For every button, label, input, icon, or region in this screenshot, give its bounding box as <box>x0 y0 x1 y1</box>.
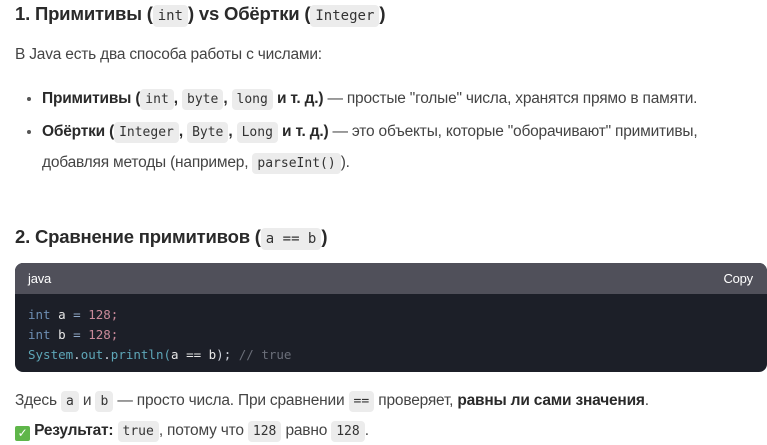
heading-text: ) vs Обёртки ( <box>188 3 311 24</box>
code-language-label: java <box>28 271 52 286</box>
inline-code: a == b <box>260 228 322 250</box>
inline-code: b <box>95 391 114 412</box>
section-heading-2: 2. Сравнение примитивов (a == b) <box>15 226 328 250</box>
code-block-header: java Copy <box>15 263 767 294</box>
bold-text: Примитивы ( <box>42 90 141 107</box>
inline-code: a <box>60 391 79 412</box>
check-icon: ✓ <box>15 426 30 441</box>
code-line: int a = 128; <box>28 307 119 322</box>
code-line: int b = 128; <box>28 327 119 342</box>
list-text: — простые "голые" числа, хранятся прямо … <box>323 90 698 107</box>
bold-text: Результат: <box>34 422 114 439</box>
bold-text: и т. д.) <box>282 123 329 140</box>
inline-code: parseInt() <box>252 153 341 174</box>
inline-code: == <box>348 391 375 412</box>
inline-code: int <box>140 89 174 110</box>
code-line: System.out.println(a == b); // true <box>28 347 292 362</box>
inline-code: 128 <box>331 421 365 442</box>
list-text: ). <box>340 154 350 171</box>
inline-code: byte <box>182 89 224 110</box>
explanation-text: Здесь a и b — просто числа. При сравнени… <box>15 391 649 412</box>
inline-code: Integer <box>114 122 179 143</box>
bullet-list: Примитивы (int, byte, long и т. д.) — пр… <box>15 84 742 181</box>
heading-text: ) <box>321 226 328 247</box>
bold-text: Обёртки ( <box>42 123 115 140</box>
section-heading-1: 1. Примитивы (int) vs Обёртки (Integer) <box>15 3 386 27</box>
inline-code: long <box>231 89 273 110</box>
code-content: int a = 128; int b = 128; System.out.pri… <box>15 294 767 372</box>
bold-text: и т. д.) <box>276 90 324 107</box>
bold-text: равны ли сами значения <box>457 392 645 409</box>
code-block: java Copy int a = 128; int b = 128; Syste… <box>15 263 767 372</box>
list-item: Примитивы (int, byte, long и т. д.) — пр… <box>42 84 742 115</box>
list-item: Обёртки (Integer, Byte, Long и т. д.) — … <box>42 117 742 179</box>
inline-code: Long <box>236 122 278 143</box>
inline-code: Byte <box>187 122 229 143</box>
inline-code: 128 <box>247 421 282 442</box>
heading-text: 2. Сравнение примитивов ( <box>15 226 261 247</box>
inline-code: int <box>152 5 188 27</box>
heading-text: 1. Примитивы ( <box>15 3 153 24</box>
inline-code: true <box>117 421 159 442</box>
copy-button[interactable]: Copy <box>723 271 753 286</box>
result-text: ✓ Результат: true, потому что 128 равно … <box>15 421 369 442</box>
intro-text: В Java есть два способа работы с числами… <box>15 46 322 63</box>
heading-text: ) <box>379 3 386 24</box>
inline-code: Integer <box>310 5 380 27</box>
